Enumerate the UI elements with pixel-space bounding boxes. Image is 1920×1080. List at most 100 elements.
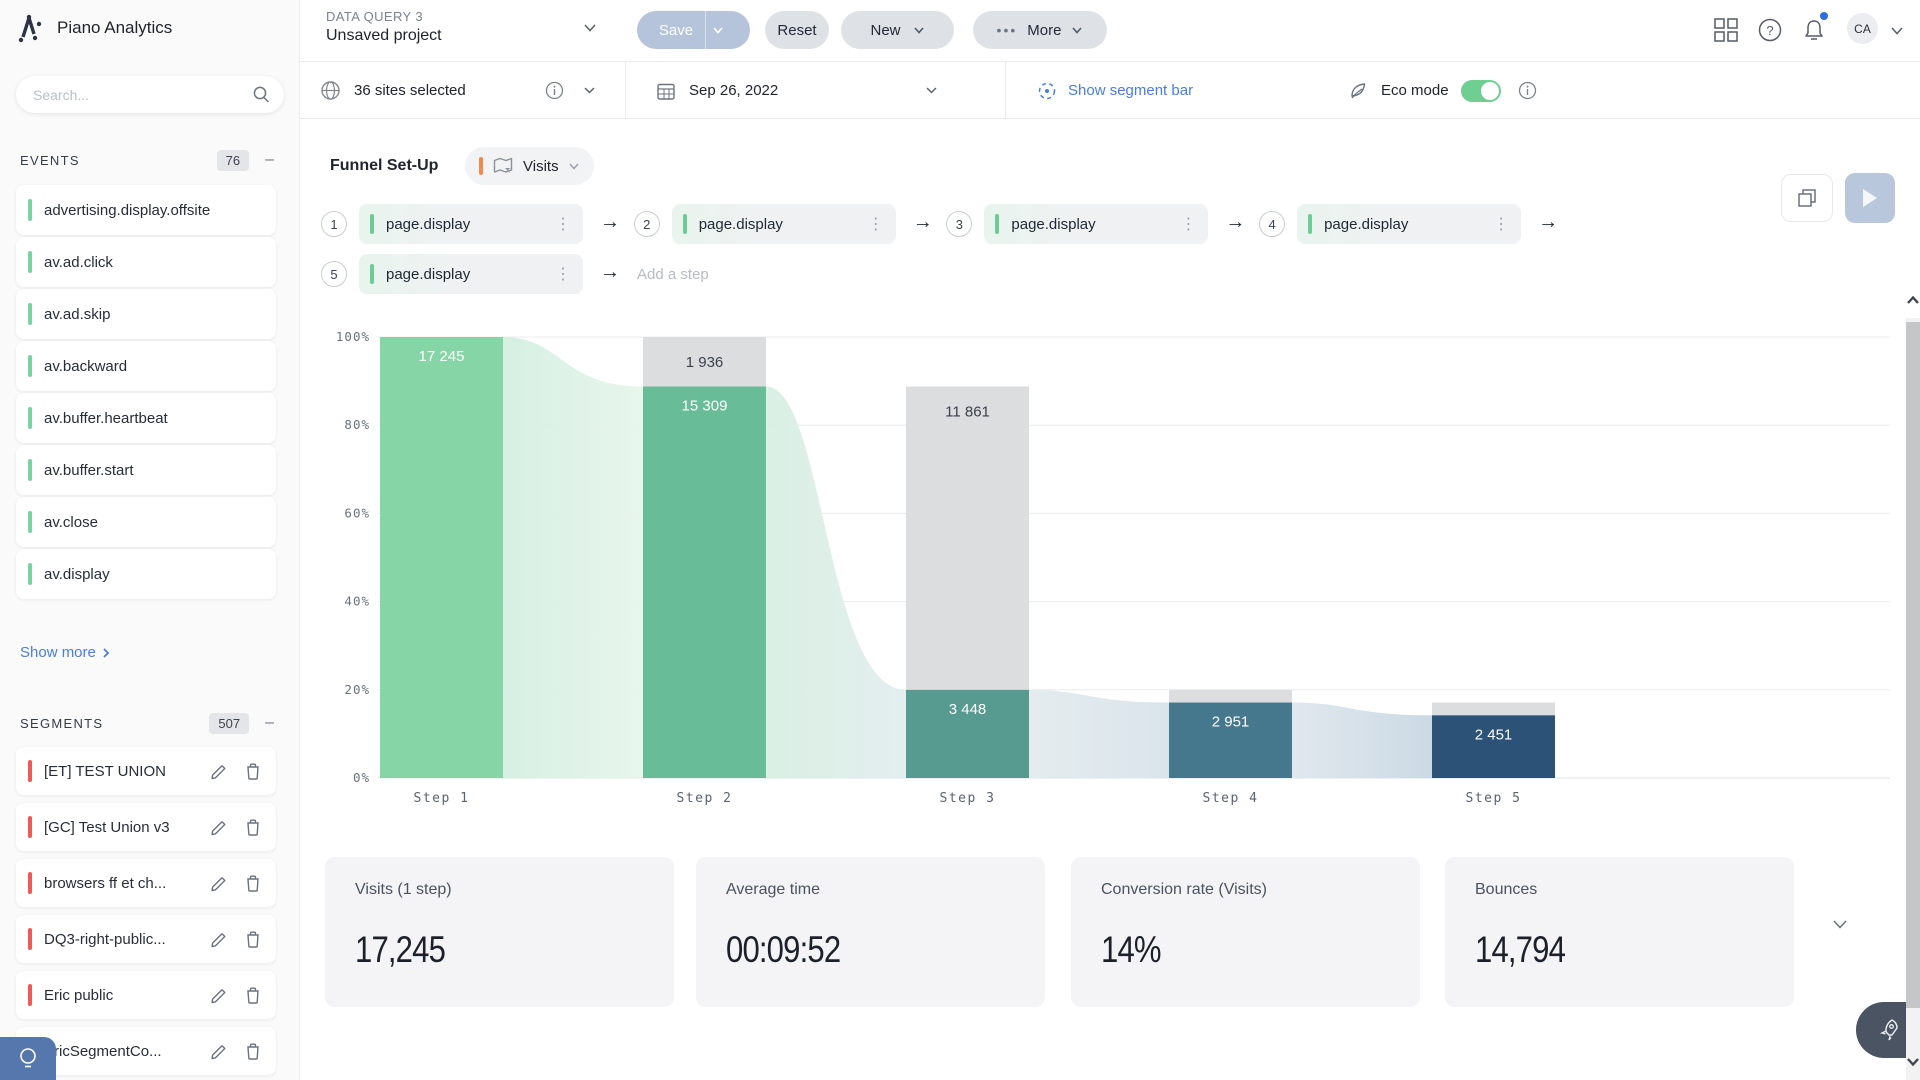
funnel-title: Funnel Set-Up [330, 157, 438, 175]
segment-accent-bar [28, 760, 32, 782]
svg-text:Step 4: Step 4 [1203, 791, 1259, 806]
step-event-label: page.display [386, 216, 470, 233]
funnel-step-chip[interactable]: page.display⋮ [984, 204, 1208, 244]
show-segment-bar-button[interactable]: Show segment bar [1037, 62, 1193, 119]
event-item[interactable]: av.buffer.start [16, 445, 276, 495]
hint-lightbulb-button[interactable] [0, 1037, 56, 1080]
project-chevron-down-icon[interactable] [583, 23, 597, 33]
segment-actions [209, 929, 276, 949]
funnel-step-chip[interactable]: page.display⋮ [672, 204, 896, 244]
save-split-divider [705, 11, 706, 49]
sidebar: Piano Analytics EVENTS 76 – advertising.… [0, 0, 300, 1080]
edit-pencil-icon[interactable] [209, 930, 228, 949]
date-selector[interactable]: Sep 26, 2022 [656, 62, 778, 119]
sites-selected-label: 36 sites selected [354, 82, 466, 99]
run-query-button[interactable] [1845, 173, 1895, 223]
edit-pencil-icon[interactable] [209, 1042, 228, 1061]
event-label: av.buffer.heartbeat [44, 410, 168, 427]
kpi-value: 17,245 [355, 929, 445, 971]
segment-item[interactable]: [GC] Test Union v3 [16, 803, 276, 851]
svg-text:60%: 60% [344, 505, 370, 520]
step-menu-kebab-icon[interactable]: ⋮ [1493, 214, 1521, 234]
main-content: Funnel Set-Up Visits 1page.display⋮→2pag… [300, 119, 1920, 1080]
duplicate-button[interactable] [1781, 174, 1833, 222]
reset-button[interactable]: Reset [765, 11, 829, 49]
event-item[interactable]: av.buffer.heartbeat [16, 393, 276, 443]
segment-item[interactable]: DQ3-right-public... [16, 915, 276, 963]
step-menu-kebab-icon[interactable]: ⋮ [1180, 214, 1208, 234]
add-step-placeholder[interactable]: Add a step [637, 266, 709, 283]
event-item[interactable]: av.backward [16, 341, 276, 391]
eco-info-icon[interactable] [1518, 81, 1537, 100]
search-input[interactable] [16, 76, 284, 113]
delete-trash-icon[interactable] [244, 1041, 262, 1061]
sites-chevron-down-icon[interactable] [583, 86, 596, 95]
brand: Piano Analytics [16, 12, 172, 44]
eco-mode-label: Eco mode [1381, 82, 1449, 99]
apps-grid-icon[interactable] [1713, 17, 1739, 43]
edit-pencil-icon[interactable] [209, 762, 228, 781]
svg-text:0%: 0% [353, 770, 370, 785]
metric-selector-pill[interactable]: Visits [465, 147, 594, 185]
date-chevron-down-icon[interactable] [925, 86, 938, 95]
edit-pencil-icon[interactable] [209, 874, 228, 893]
more-button[interactable]: ••• More [973, 11, 1107, 49]
event-item[interactable]: av.ad.skip [16, 289, 276, 339]
funnel-step-chip[interactable]: page.display⋮ [1297, 204, 1521, 244]
svg-text:Step 1: Step 1 [414, 791, 470, 806]
segments-collapse-icon[interactable]: – [265, 715, 274, 731]
funnel-step-chip[interactable]: page.display⋮ [359, 254, 583, 294]
step-menu-kebab-icon[interactable]: ⋮ [868, 214, 896, 234]
event-accent-bar [28, 407, 32, 429]
notifications-bell-icon[interactable] [1801, 17, 1827, 43]
save-button[interactable]: Save [637, 11, 750, 49]
event-accent-bar [28, 563, 32, 585]
globe-icon [320, 80, 341, 101]
account-chevron-down-icon[interactable] [1890, 26, 1904, 36]
show-more-link[interactable]: Show more [20, 644, 110, 661]
site-selector[interactable]: 36 sites selected [320, 62, 466, 119]
scroll-down-icon[interactable] [1905, 1056, 1920, 1068]
segment-item[interactable]: browsers ff et ch... [16, 859, 276, 907]
new-button[interactable]: New [841, 11, 954, 49]
event-item[interactable]: advertising.display.offsite [16, 185, 276, 235]
project-name: Unsaved project [326, 27, 442, 45]
funnel-step-chip[interactable]: page.display ⋮ [359, 204, 583, 244]
svg-text:?: ? [1766, 23, 1773, 38]
step-menu-kebab-icon[interactable]: ⋮ [555, 264, 583, 284]
step-number: 3 [946, 211, 972, 237]
kpi-value: 14,794 [1475, 929, 1565, 971]
kpi-expand-chevron-icon[interactable] [1832, 919, 1848, 930]
play-icon [1863, 189, 1877, 207]
segment-item[interactable]: Eric public [16, 971, 276, 1019]
event-item[interactable]: av.close [16, 497, 276, 547]
delete-trash-icon[interactable] [244, 761, 262, 781]
step-arrow-icon: → [596, 261, 624, 284]
user-avatar[interactable]: CA [1847, 13, 1878, 44]
date-label: Sep 26, 2022 [689, 82, 778, 99]
delete-trash-icon[interactable] [244, 873, 262, 893]
event-accent-bar [28, 251, 32, 273]
sites-info-icon[interactable] [545, 81, 564, 100]
events-collapse-icon[interactable]: – [265, 152, 274, 168]
event-item[interactable]: av.display [16, 549, 276, 599]
scrollbar-thumb[interactable] [1906, 322, 1920, 1008]
step-arrow-icon: → [596, 211, 624, 234]
kpi-value: 00:09:52 [726, 929, 840, 971]
event-accent-bar [28, 199, 32, 221]
save-label: Save [659, 22, 693, 39]
step-menu-kebab-icon[interactable]: ⋮ [555, 214, 583, 234]
save-dropdown-chevron-icon[interactable] [712, 26, 724, 35]
eco-mode-toggle[interactable] [1461, 80, 1501, 102]
step-accent-bar [683, 214, 687, 234]
scroll-up-icon[interactable] [1905, 294, 1920, 306]
segment-item[interactable]: [ET] TEST UNION [16, 747, 276, 795]
edit-pencil-icon[interactable] [209, 818, 228, 837]
delete-trash-icon[interactable] [244, 817, 262, 837]
event-item[interactable]: av.ad.click [16, 237, 276, 287]
delete-trash-icon[interactable] [244, 929, 262, 949]
delete-trash-icon[interactable] [244, 985, 262, 1005]
segment-label: DQ3-right-public... [44, 931, 166, 948]
edit-pencil-icon[interactable] [209, 986, 228, 1005]
help-icon[interactable]: ? [1757, 17, 1783, 43]
